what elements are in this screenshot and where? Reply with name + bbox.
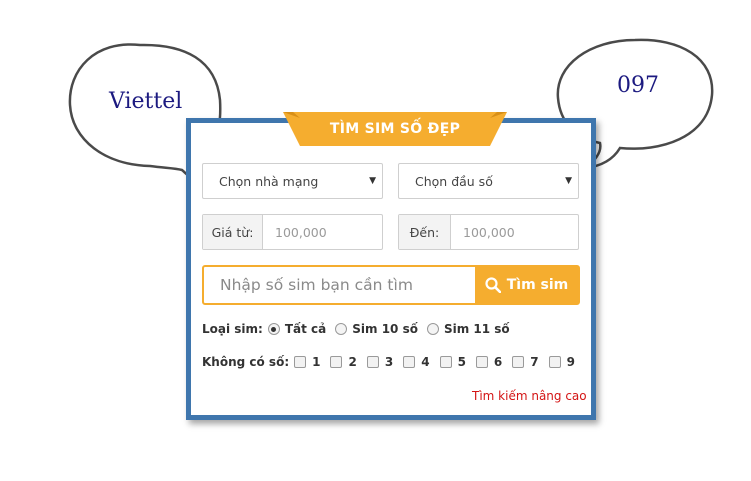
left-bubble-text: Viettel xyxy=(109,89,183,114)
sim-type-option-label: Sim 10 số xyxy=(352,322,418,336)
price-to-group: Đến: 100,000 xyxy=(398,214,579,250)
sim-type-option-11[interactable]: Sim 11 số xyxy=(426,322,510,336)
price-from-group: Giá từ: 100,000 xyxy=(202,214,383,250)
exclude-digit-7[interactable]: 7 xyxy=(512,355,539,369)
sim-type-label: Loại sim: xyxy=(202,322,263,336)
checkbox-icon xyxy=(294,356,307,368)
prefix-select-label: Chọn đầu số xyxy=(415,173,493,189)
panel-title-ribbon: TÌM SIM SỐ ĐẸP xyxy=(283,112,507,146)
sim-type-option-label: Sim 11 số xyxy=(443,322,510,336)
sim-type-option-label: Tất cả xyxy=(284,322,327,336)
exclude-digit-3[interactable]: 3 xyxy=(366,355,394,369)
network-select[interactable]: Chọn nhà mạng ▼ xyxy=(202,163,383,199)
digit-label: 3 xyxy=(384,355,394,369)
search-sim-button[interactable]: Tìm sim xyxy=(475,267,578,303)
network-select-label: Chọn nhà mạng xyxy=(219,173,319,189)
radio-checked-icon xyxy=(267,323,280,335)
digit-label: 1 xyxy=(312,355,321,369)
checkbox-icon xyxy=(512,356,525,368)
panel-title: TÌM SIM SỐ ĐẸP xyxy=(329,121,461,137)
exclude-digit-5[interactable]: 5 xyxy=(439,355,466,369)
advanced-search-link[interactable]: Tìm kiếm nâng cao xyxy=(472,389,587,403)
caret-down-icon: ▼ xyxy=(565,176,572,186)
prefix-select[interactable]: Chọn đầu số ▼ xyxy=(398,163,579,199)
sim-search-bar: Nhập số sim bạn cần tìm Tìm sim xyxy=(202,265,580,305)
sim-type-option-all[interactable]: Tất cả xyxy=(267,322,327,336)
digit-label: 2 xyxy=(348,355,357,369)
checkbox-icon xyxy=(439,356,452,368)
radio-icon xyxy=(335,323,348,335)
price-from-input[interactable]: 100,000 xyxy=(263,215,382,249)
checkbox-icon xyxy=(548,356,561,368)
exclude-digit-4[interactable]: 4 xyxy=(403,355,430,369)
price-to-label: Đến: xyxy=(399,215,451,249)
digit-label: 7 xyxy=(530,355,539,369)
exclude-digit-2[interactable]: 2 xyxy=(330,355,357,369)
checkbox-icon xyxy=(403,356,416,368)
exclude-digit-1[interactable]: 1 xyxy=(294,355,320,369)
exclude-digit-9[interactable]: 9 xyxy=(548,355,575,369)
search-sim-button-label: Tìm sim xyxy=(506,277,569,293)
sim-type-option-10[interactable]: Sim 10 số xyxy=(335,322,418,336)
caret-down-icon: ▼ xyxy=(369,176,376,186)
price-to-input[interactable]: 100,000 xyxy=(451,215,578,249)
exclude-digits-row: Không có số: 1 2 3 4 5 6 7 9 xyxy=(202,355,585,369)
checkbox-icon xyxy=(330,356,343,368)
exclude-digit-6[interactable]: 6 xyxy=(475,355,503,369)
digit-label: 6 xyxy=(493,355,503,369)
digit-label: 5 xyxy=(457,355,466,369)
price-from-label: Giá từ: xyxy=(203,215,263,249)
sim-type-row: Loại sim: Tất cả Sim 10 số Sim 11 số xyxy=(202,322,519,336)
checkbox-icon xyxy=(366,356,379,368)
digit-label: 4 xyxy=(421,355,430,369)
search-icon xyxy=(485,277,501,293)
radio-icon xyxy=(426,323,439,335)
digit-label: 9 xyxy=(566,355,575,369)
sim-search-input[interactable]: Nhập số sim bạn cần tìm xyxy=(204,267,475,303)
exclude-digits-label: Không có số: xyxy=(202,355,290,369)
checkbox-icon xyxy=(475,356,488,368)
right-bubble-text: 097 xyxy=(617,73,659,98)
